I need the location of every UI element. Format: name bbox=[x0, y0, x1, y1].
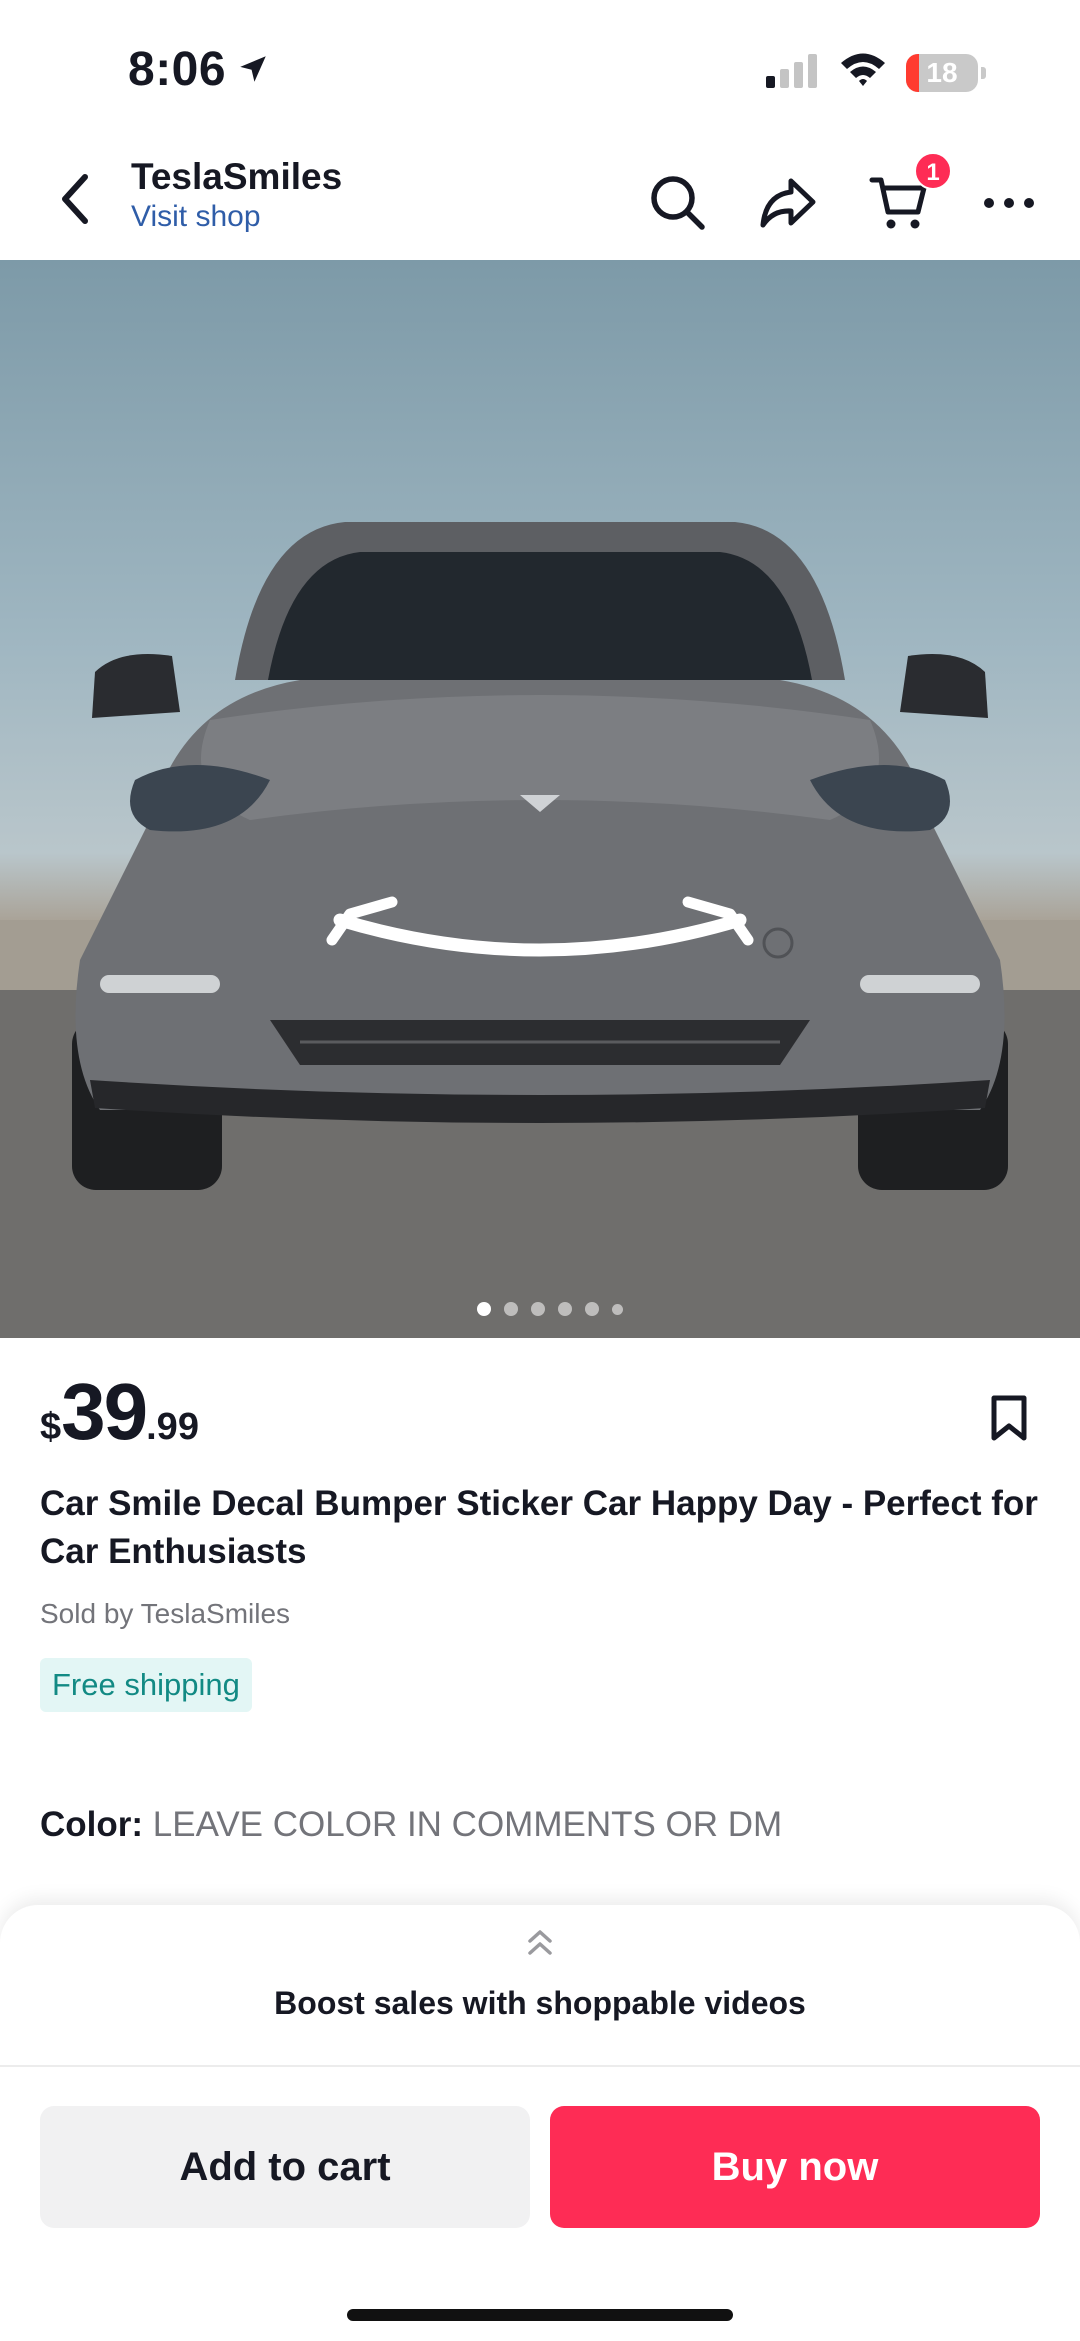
cellular-signal-icon bbox=[766, 54, 817, 88]
bottom-action-sheet: Boost sales with shoppable videos Add to… bbox=[0, 1905, 1080, 2341]
gallery-dot[interactable] bbox=[612, 1304, 623, 1315]
price-cents: .99 bbox=[146, 1406, 199, 1448]
more-icon bbox=[984, 198, 1034, 208]
add-to-cart-button[interactable]: Add to cart bbox=[40, 2106, 530, 2228]
status-bar: 8:06 18 bbox=[0, 0, 1080, 140]
gallery-dot[interactable] bbox=[558, 1302, 572, 1316]
price-currency: $ bbox=[40, 1406, 62, 1448]
location-arrow-icon bbox=[240, 56, 266, 82]
promo-banner[interactable]: Boost sales with shoppable videos bbox=[0, 1985, 1080, 2022]
product-image[interactable] bbox=[0, 260, 1080, 1338]
bookmark-icon bbox=[991, 1395, 1027, 1441]
gallery-pagination[interactable] bbox=[0, 1302, 1080, 1316]
visit-shop-link[interactable]: Visit shop bbox=[131, 200, 261, 234]
color-label: Color: bbox=[40, 1805, 144, 1844]
divider bbox=[0, 2065, 1080, 2067]
search-icon bbox=[651, 176, 705, 230]
share-icon bbox=[760, 178, 816, 228]
free-shipping-badge: Free shipping bbox=[40, 1658, 252, 1712]
save-button[interactable] bbox=[990, 1394, 1036, 1444]
gallery-dot[interactable] bbox=[531, 1302, 545, 1316]
shop-name[interactable]: TeslaSmiles bbox=[131, 156, 342, 198]
cart-count-badge: 1 bbox=[914, 152, 952, 190]
gallery-dot[interactable] bbox=[585, 1302, 599, 1316]
sold-by[interactable]: Sold by TeslaSmiles bbox=[40, 1598, 290, 1630]
color-option[interactable]: Color: LEAVE COLOR IN COMMENTS OR DM bbox=[40, 1805, 782, 1845]
battery-level: 18 bbox=[926, 57, 958, 88]
home-indicator bbox=[347, 2309, 733, 2321]
gallery-dot[interactable] bbox=[504, 1302, 518, 1316]
search-button[interactable] bbox=[645, 170, 711, 236]
gallery-dot[interactable] bbox=[477, 1302, 491, 1316]
battery-icon: 18 bbox=[906, 54, 986, 92]
car-illustration bbox=[0, 522, 1080, 1338]
back-button[interactable] bbox=[44, 166, 104, 232]
share-button[interactable] bbox=[755, 170, 821, 236]
buy-now-button[interactable]: Buy now bbox=[550, 2106, 1040, 2228]
price-whole: 39 bbox=[61, 1367, 148, 1456]
product-price: $ 39 .99 bbox=[40, 1372, 199, 1452]
status-time: 8:06 bbox=[128, 43, 227, 96]
more-button[interactable] bbox=[976, 170, 1042, 236]
back-icon bbox=[62, 174, 88, 224]
chevron-up-icon[interactable] bbox=[522, 1925, 558, 1961]
color-value: LEAVE COLOR IN COMMENTS OR DM bbox=[152, 1805, 783, 1844]
wifi-icon bbox=[841, 53, 885, 86]
product-title: Car Smile Decal Bumper Sticker Car Happy… bbox=[40, 1484, 1038, 1571]
